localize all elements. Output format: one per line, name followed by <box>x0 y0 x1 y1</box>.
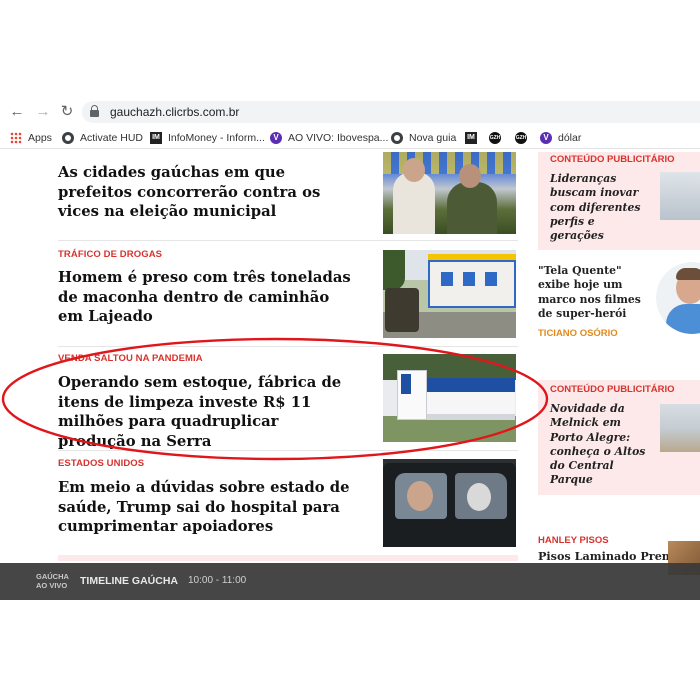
divider <box>58 240 518 241</box>
headline-link[interactable]: Homem é preso com três toneladas de maco… <box>58 268 358 327</box>
columnist-avatar[interactable] <box>656 262 700 334</box>
globe-icon <box>391 132 403 144</box>
v-logo-icon: V <box>540 132 552 144</box>
news-kicker[interactable]: ESTADOS UNIDOS <box>58 458 144 469</box>
live-program-title[interactable]: TIMELINE GAÚCHA <box>80 575 178 587</box>
bookmark-label: AO VIVO: Ibovespa... <box>288 132 389 144</box>
divider <box>58 346 518 347</box>
address-bar[interactable]: gauchazh.clicrbs.com.br <box>82 101 700 123</box>
sponsored-label: CONTEÚDO PUBLICITÁRIO <box>550 154 675 165</box>
sponsored-card[interactable]: CONTEÚDO PUBLICITÁRIO Lideranças buscam … <box>538 152 700 250</box>
headline-link[interactable]: Em meio a dúvidas sobre estado de saúde,… <box>58 478 358 537</box>
live-tag-line: GAÚCHA <box>36 572 69 581</box>
news-thumbnail[interactable] <box>383 250 516 338</box>
bookmarks-bar: Apps Activate HUD IM InfoMoney - Inform.… <box>0 127 700 149</box>
column-title[interactable]: "Tela Quente" exibe hoje um marco nos fi… <box>538 264 650 321</box>
news-kicker[interactable]: TRÁFICO DE DROGAS <box>58 249 162 260</box>
sponsored-title[interactable]: Novidade da Melnick em Porto Alegre: con… <box>550 402 654 488</box>
apps-grid-icon <box>10 132 22 144</box>
bookmark-nova-guia[interactable]: Nova guia <box>391 130 456 146</box>
bookmark-apps[interactable]: Apps <box>10 130 52 146</box>
bookmark-label: Activate HUD <box>80 132 144 144</box>
sponsored-title[interactable]: Lideranças buscam inovar com diferentes … <box>550 172 648 243</box>
sponsored-thumbnail[interactable] <box>660 404 700 452</box>
forward-arrow-icon[interactable]: → <box>34 102 52 122</box>
bookmark-gzh-2[interactable]: GZH <box>515 130 533 146</box>
bookmark-im[interactable]: IM <box>465 130 483 146</box>
gzh-logo-icon: GZH <box>489 132 501 144</box>
news-kicker[interactable]: VENDA SALTOU NA PANDEMIA <box>58 353 203 364</box>
news-thumbnail[interactable] <box>383 459 516 547</box>
column-author[interactable]: TICIANO OSÓRIO <box>538 328 618 339</box>
bookmark-label: InfoMoney - Inform... <box>168 132 265 144</box>
divider <box>58 555 518 561</box>
url-text: gauchazh.clicrbs.com.br <box>110 105 240 119</box>
screenshot: ← → ↻ gauchazh.clicrbs.com.br Apps Activ… <box>0 97 700 600</box>
news-thumbnail[interactable] <box>383 354 516 442</box>
bookmark-label: dólar <box>558 132 582 144</box>
v-logo-icon: V <box>270 132 282 144</box>
live-tag-line: AO VIVO <box>36 581 68 590</box>
live-program-time: 10:00 - 11:00 <box>188 575 247 586</box>
live-tag: GAÚCHA AO VIVO <box>36 572 76 590</box>
sponsored-card[interactable]: CONTEÚDO PUBLICITÁRIO Novidade da Melnic… <box>538 380 700 495</box>
divider <box>58 450 518 451</box>
bookmark-label: Nova guia <box>409 132 457 144</box>
ad-brand-label[interactable]: HANLEY PISOS <box>538 535 609 546</box>
back-arrow-icon[interactable]: ← <box>8 102 26 122</box>
bookmark-dolar[interactable]: V dólar <box>540 130 581 146</box>
gzh-logo-icon: GZH <box>515 132 527 144</box>
globe-icon <box>62 132 74 144</box>
infomoney-icon: IM <box>150 132 162 144</box>
headline-link[interactable]: As cidades gaúchas em que prefeitos conc… <box>58 163 358 222</box>
bookmark-ao-vivo[interactable]: V AO VIVO: Ibovespa... <box>270 130 388 146</box>
sponsored-thumbnail[interactable] <box>660 172 700 220</box>
infomoney-icon: IM <box>465 132 477 144</box>
bookmark-label: Apps <box>28 132 52 144</box>
bookmark-infomoney[interactable]: IM InfoMoney - Inform... <box>150 130 265 146</box>
lock-icon <box>90 105 99 117</box>
bookmark-activate-hud[interactable]: Activate HUD <box>62 130 143 146</box>
headline-link[interactable]: Operando sem estoque, fábrica de itens d… <box>58 373 358 451</box>
live-radio-bar[interactable]: GAÚCHA AO VIVO TIMELINE GAÚCHA 10:00 - 1… <box>0 563 700 600</box>
browser-toolbar: ← → ↻ gauchazh.clicrbs.com.br <box>0 97 700 127</box>
bookmark-gzh-1[interactable]: GZH <box>489 130 507 146</box>
reload-icon[interactable]: ↻ <box>58 102 76 122</box>
sponsored-label: CONTEÚDO PUBLICITÁRIO <box>550 384 675 395</box>
news-thumbnail[interactable] <box>383 152 516 234</box>
